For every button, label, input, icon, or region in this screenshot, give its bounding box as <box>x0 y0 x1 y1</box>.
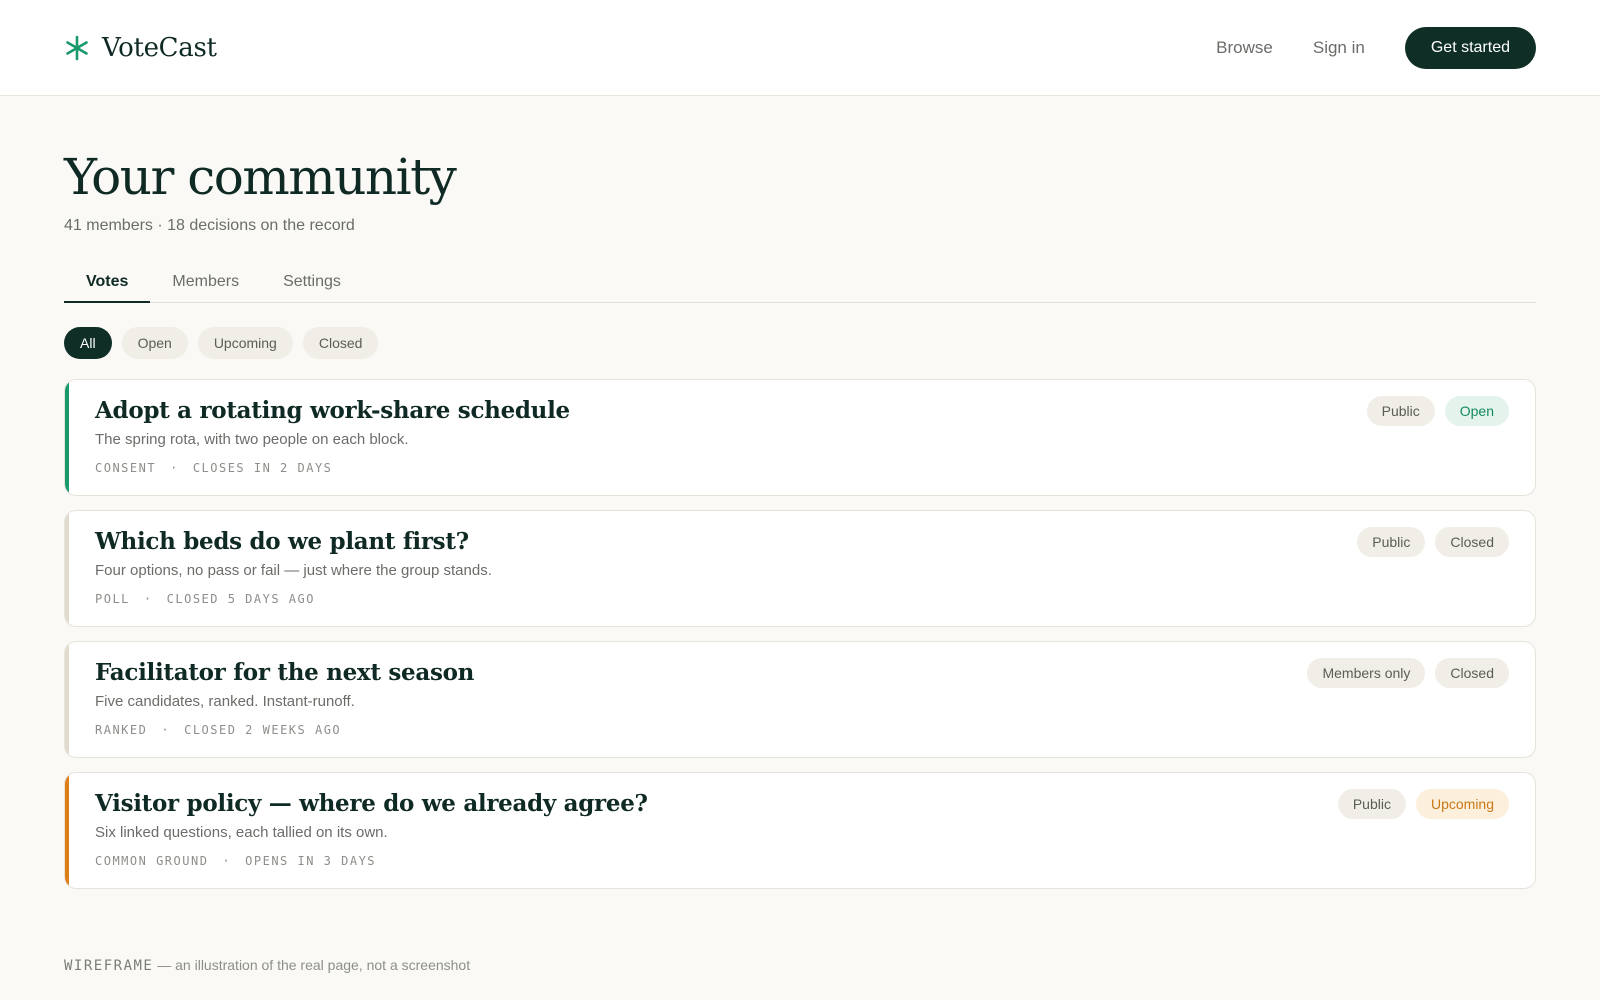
status-badge: Upcoming <box>1415 789 1509 819</box>
filter-chip-upcoming[interactable]: Upcoming <box>197 327 293 359</box>
visibility-badge: Public <box>1366 396 1435 426</box>
vote-list: Adopt a rotating work-share schedule The… <box>64 379 1536 889</box>
page-subtitle: 41 members · 18 decisions on the record <box>64 217 355 234</box>
top-nav: VoteCast Browse Sign in Get started <box>0 0 1600 96</box>
meta-separator: · <box>222 854 232 868</box>
status-accent-bar <box>65 642 69 757</box>
vote-card[interactable]: Adopt a rotating work-share schedule The… <box>64 379 1536 496</box>
visibility-badge: Public <box>1337 789 1406 819</box>
wireframe-text: — an illustration of the real page, not … <box>153 957 471 973</box>
vote-description: Four options, no pass or fail — just whe… <box>95 562 492 579</box>
tab-members[interactable]: Members <box>150 263 261 303</box>
vote-badges: Members only Closed <box>1307 658 1509 688</box>
vote-description: Six linked questions, each tallied on it… <box>95 824 388 841</box>
vote-meta: Poll · Closed 5 days ago <box>95 592 1507 606</box>
status-badge: Closed <box>1435 658 1509 688</box>
wireframe-label: WIREFRAME <box>64 958 154 974</box>
browse-link[interactable]: Browse <box>1216 38 1273 58</box>
status-accent-bar <box>65 773 69 888</box>
meta-separator: · <box>143 592 153 606</box>
vote-type: Poll <box>95 592 130 606</box>
vote-badges: Public Closed <box>1357 527 1509 557</box>
visibility-badge: Public <box>1357 527 1426 557</box>
brand-logo[interactable]: VoteCast <box>64 33 217 63</box>
sign-in-link[interactable]: Sign in <box>1313 38 1365 58</box>
header-nav: Browse Sign in Get started <box>1216 26 1536 69</box>
vote-card[interactable]: Visitor policy — where do we already agr… <box>64 772 1536 889</box>
status-accent-bar <box>65 380 69 495</box>
page-title: Your community <box>64 148 457 206</box>
vote-card[interactable]: Which beds do we plant first? Four optio… <box>64 510 1536 627</box>
visibility-badge: Members only <box>1307 658 1426 688</box>
tab-votes[interactable]: Votes <box>64 263 151 303</box>
main-content: Your community 41 members · 18 decisions… <box>0 150 1600 974</box>
vote-card[interactable]: Facilitator for the next season Five can… <box>64 641 1536 758</box>
asterisk-icon <box>66 35 88 60</box>
status-badge: Open <box>1444 396 1509 426</box>
filter-chip-open[interactable]: Open <box>121 327 188 359</box>
vote-meta: Ranked · Closed 2 weeks ago <box>95 723 1507 737</box>
wireframe-note: WIREFRAME — an illustration of the real … <box>64 957 1536 974</box>
tab-settings[interactable]: Settings <box>261 263 363 303</box>
filter-chips: All Open Upcoming Closed <box>64 327 1536 359</box>
vote-type: Common ground <box>95 854 209 868</box>
meta-separator: · <box>161 723 171 737</box>
vote-title[interactable]: Visitor policy — where do we already agr… <box>95 790 1507 818</box>
vote-timing: Opens in 3 days <box>245 854 377 868</box>
status-accent-bar <box>65 511 69 626</box>
filter-chip-all[interactable]: All <box>64 327 112 359</box>
vote-description: Five candidates, ranked. Instant-runoff. <box>95 693 355 710</box>
vote-title[interactable]: Facilitator for the next season <box>95 659 1507 687</box>
vote-description: The spring rota, with two people on each… <box>95 431 409 448</box>
brand-name: VoteCast <box>102 32 217 63</box>
vote-meta: Consent · Closes in 2 days <box>95 461 1507 475</box>
vote-meta: Common ground · Opens in 3 days <box>95 854 1507 868</box>
vote-timing: Closes in 2 days <box>192 461 333 475</box>
vote-title[interactable]: Which beds do we plant first? <box>95 528 1507 556</box>
vote-type: Consent <box>95 461 157 475</box>
vote-timing: Closed 5 days ago <box>166 592 315 606</box>
meta-separator: · <box>170 461 179 475</box>
get-started-button[interactable]: Get started <box>1404 26 1536 69</box>
status-badge: Closed <box>1435 527 1509 557</box>
vote-badges: Public Upcoming <box>1337 789 1509 819</box>
vote-title[interactable]: Adopt a rotating work-share schedule <box>95 397 1507 425</box>
vote-badges: Public Open <box>1366 396 1509 426</box>
vote-type: Ranked <box>95 723 148 737</box>
vote-timing: Closed 2 weeks ago <box>184 723 342 737</box>
tab-bar: Votes Members Settings <box>64 263 1536 303</box>
filter-chip-closed[interactable]: Closed <box>302 327 379 359</box>
